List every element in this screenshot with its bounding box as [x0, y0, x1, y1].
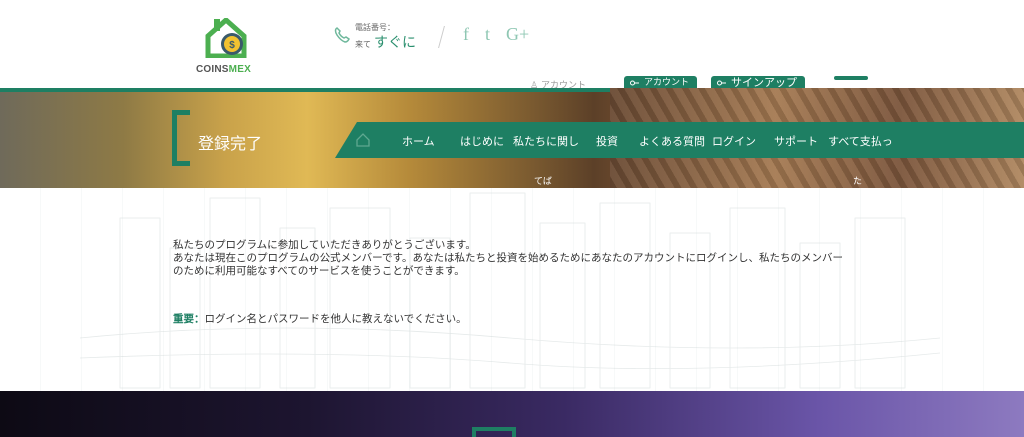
title-bracket: [172, 110, 190, 166]
twitter-icon[interactable]: t: [485, 24, 490, 45]
nav-support[interactable]: サポート: [774, 133, 818, 149]
svg-text:$: $: [229, 40, 235, 51]
notice-text: ログイン名とパスワードを他人に教えないでください。: [204, 313, 467, 325]
main-nav: ホーム はじめに 私たちに関し 投資 よくある質問 ログイン サポート すべて支…: [335, 122, 1024, 158]
city-sketch-background: [80, 192, 940, 389]
nav-about[interactable]: 私たちに関し: [513, 133, 579, 149]
notice-label: 重要：: [173, 313, 205, 325]
nav-payouts[interactable]: すべて支払っ: [828, 133, 893, 149]
key-icon: [717, 80, 726, 86]
google-plus-icon[interactable]: G+: [506, 24, 529, 45]
nav-sub-text: てば: [534, 177, 552, 187]
nav-login[interactable]: ログイン: [712, 133, 756, 149]
phone-icon: [334, 27, 350, 43]
nav-home[interactable]: ホーム: [402, 133, 435, 149]
nav-getting-started[interactable]: はじめに: [460, 133, 504, 149]
facebook-icon[interactable]: f: [463, 24, 469, 45]
page-title: 登録完了: [198, 134, 263, 153]
key-icon: [630, 80, 639, 86]
header-divider: [438, 26, 445, 48]
logo[interactable]: $ COINSMEX: [196, 18, 262, 78]
main-content: 私たちのプログラムに参加していただきありがとうございます。 あなたは現在このプロ…: [0, 188, 1024, 391]
nav-invest[interactable]: 投資: [596, 133, 618, 149]
footer-bracket: [472, 427, 516, 437]
language-tab[interactable]: [834, 76, 868, 80]
nav-faq[interactable]: よくある質問: [639, 133, 705, 149]
logo-text: COINSMEX: [196, 64, 251, 75]
message-line: あなたは現在このプログラムの公式メンバーです。あなたは私たちと投資を始めるために…: [173, 252, 844, 277]
site-header: $ COINSMEX 電話番号： 来て すぐに f t G+ ♙ アカウント アカ…: [0, 0, 1024, 91]
page-banner: 登録完了 ホーム はじめに 私たちに関し 投資 よくある質問 ログイン サポート…: [0, 88, 1024, 188]
footer-banner: [0, 391, 1024, 437]
phone-value: 来て すぐに: [355, 35, 416, 51]
house-coin-icon: $: [205, 18, 247, 58]
message-line: 私たちのプログラムに参加していただきありがとうございます。: [173, 239, 476, 251]
security-notice: 重要：ログイン名とパスワードを他人に教えないでください。: [173, 311, 467, 326]
home-icon[interactable]: [355, 132, 371, 148]
nav-sub-text: た: [853, 177, 863, 187]
registration-message: 私たちのプログラムに参加していただきありがとうございます。 あなたは現在このプロ…: [173, 239, 853, 278]
